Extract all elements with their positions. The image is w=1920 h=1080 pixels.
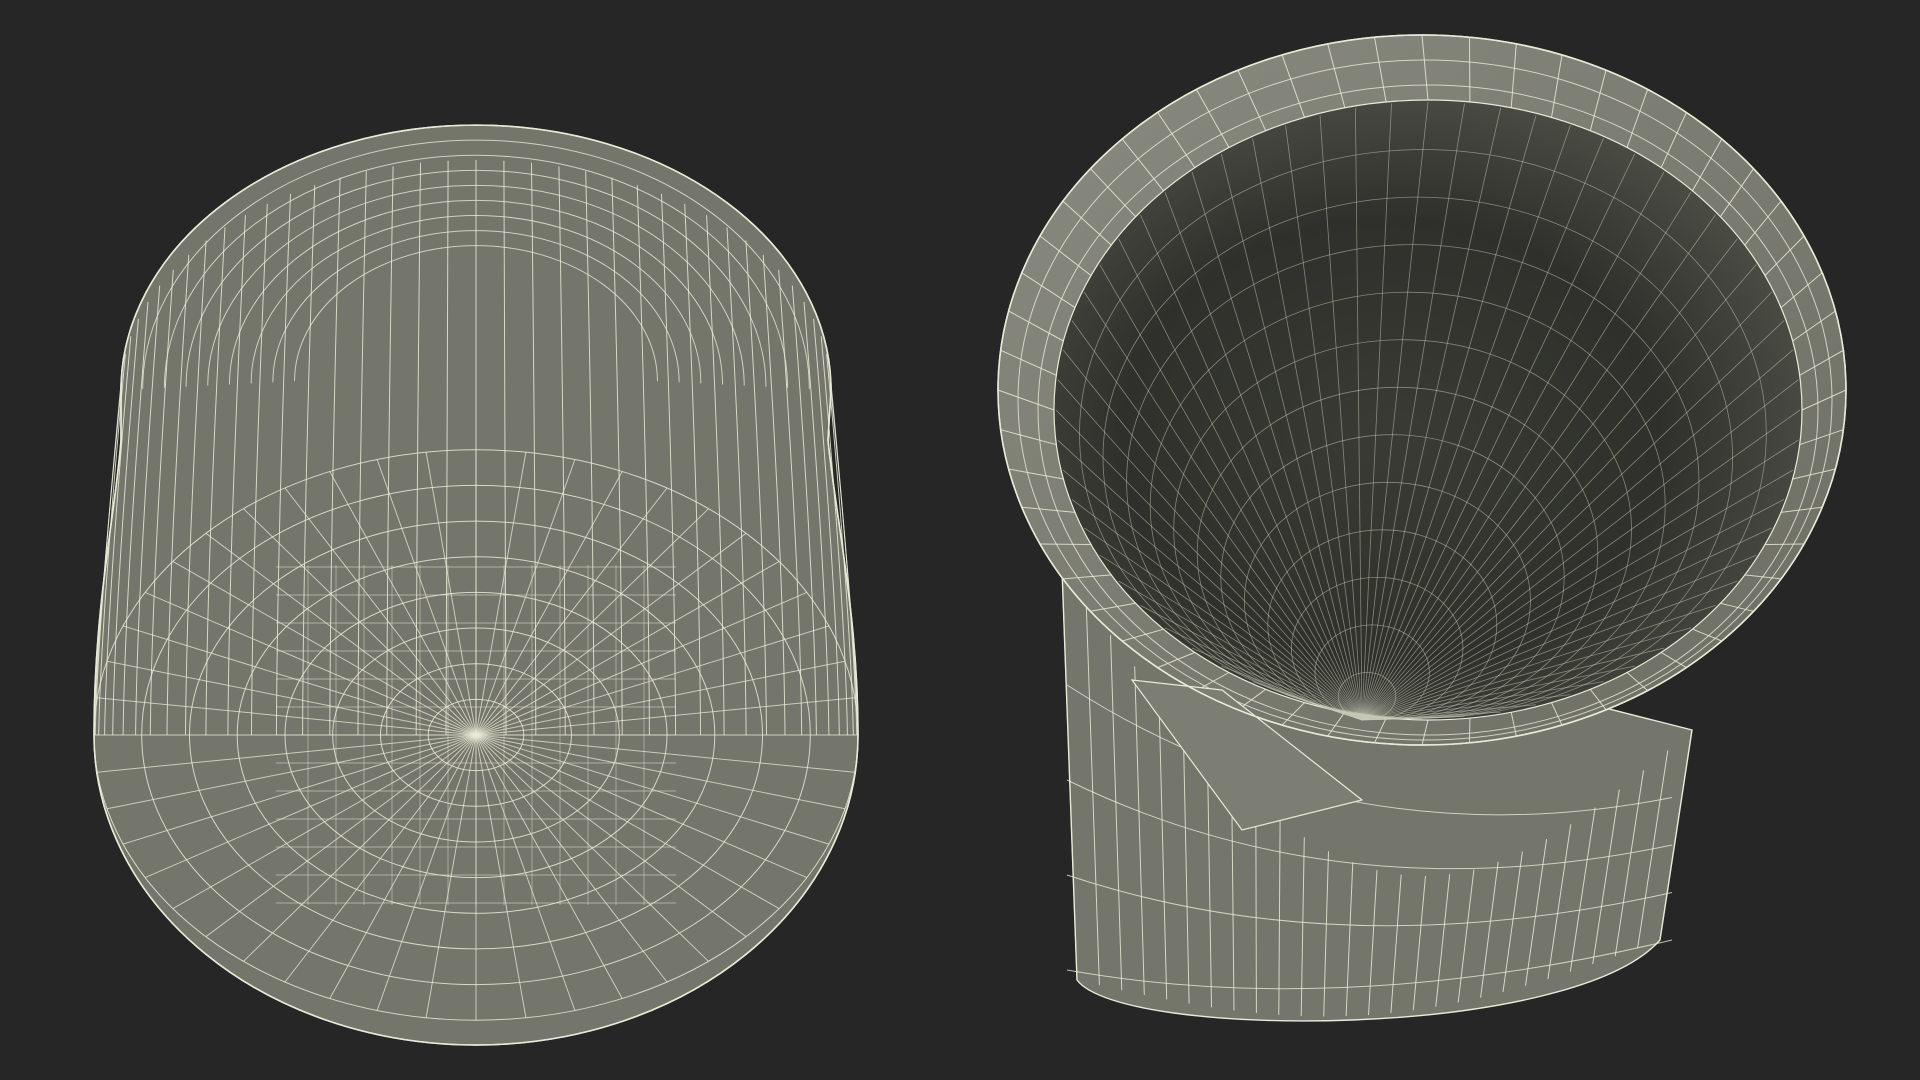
render-viewport: [0, 0, 1920, 1080]
top-view-edge-line: [1764, 543, 1805, 545]
scene-canvas: [93, 34, 1847, 1046]
top-view-edge-line: [1255, 800, 1257, 1014]
top-view-edge-line: [1039, 543, 1092, 545]
beaker-top-view: [997, 34, 1847, 1022]
beaker-bottom-view: [93, 124, 859, 1046]
